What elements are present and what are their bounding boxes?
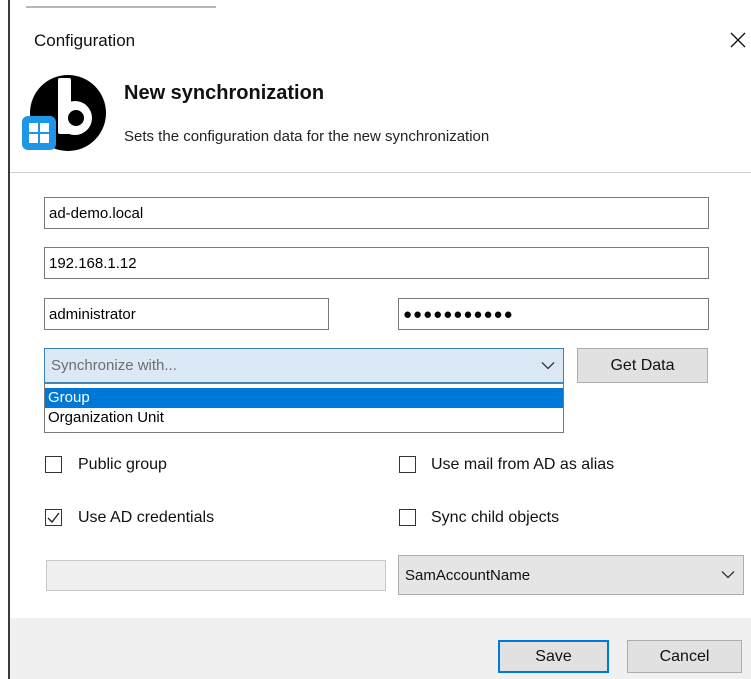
disabled-field <box>46 560 386 591</box>
account-attribute-value: SamAccountName <box>405 566 531 584</box>
use-mail-alias-checkbox[interactable] <box>399 456 416 473</box>
close-icon <box>730 32 745 48</box>
use-ad-credentials-label: Use AD credentials <box>78 509 215 526</box>
cancel-button[interactable]: Cancel <box>627 640 742 673</box>
b-logo-icon <box>22 75 106 151</box>
dialog-subheading: Sets the configuration data for the new … <box>124 128 490 145</box>
password-input[interactable]: ●●●●●●●●●●● <box>398 298 709 330</box>
server-input[interactable]: 192.168.1.12 <box>44 247 709 279</box>
use-mail-alias-label: Use mail from AD as alias <box>431 456 615 473</box>
chevron-down-icon <box>721 571 735 579</box>
close-button[interactable] <box>724 22 751 58</box>
sync-child-objects-checkbox[interactable] <box>399 509 416 526</box>
account-attribute-combobox[interactable]: SamAccountName <box>398 555 744 595</box>
username-input[interactable]: administrator <box>44 298 329 330</box>
sync-with-dropdown-list: Group Organization Unit <box>44 383 564 433</box>
sync-with-placeholder: Synchronize with... <box>51 357 177 374</box>
dropdown-option-organization-unit[interactable]: Organization Unit <box>45 408 563 428</box>
public-group-label: Public group <box>78 456 167 473</box>
public-group-checkbox[interactable] <box>45 456 62 473</box>
checkmark-icon <box>47 512 60 523</box>
background-artifact <box>26 6 216 8</box>
header-divider <box>10 172 751 173</box>
domain-input[interactable]: ad-demo.local <box>44 197 709 229</box>
get-data-button[interactable]: Get Data <box>577 348 708 383</box>
window-title: Configuration <box>34 31 136 50</box>
app-logo <box>18 70 118 156</box>
chevron-down-icon <box>541 361 555 369</box>
sync-child-objects-label: Sync child objects <box>431 509 560 526</box>
dropdown-option-group[interactable]: Group <box>45 388 563 408</box>
use-ad-credentials-checkbox[interactable] <box>45 509 62 526</box>
save-button[interactable]: Save <box>498 640 609 673</box>
window-border <box>8 0 10 679</box>
dialog-heading: New synchronization <box>124 82 325 104</box>
sync-with-combobox[interactable]: Synchronize with... <box>44 348 564 383</box>
